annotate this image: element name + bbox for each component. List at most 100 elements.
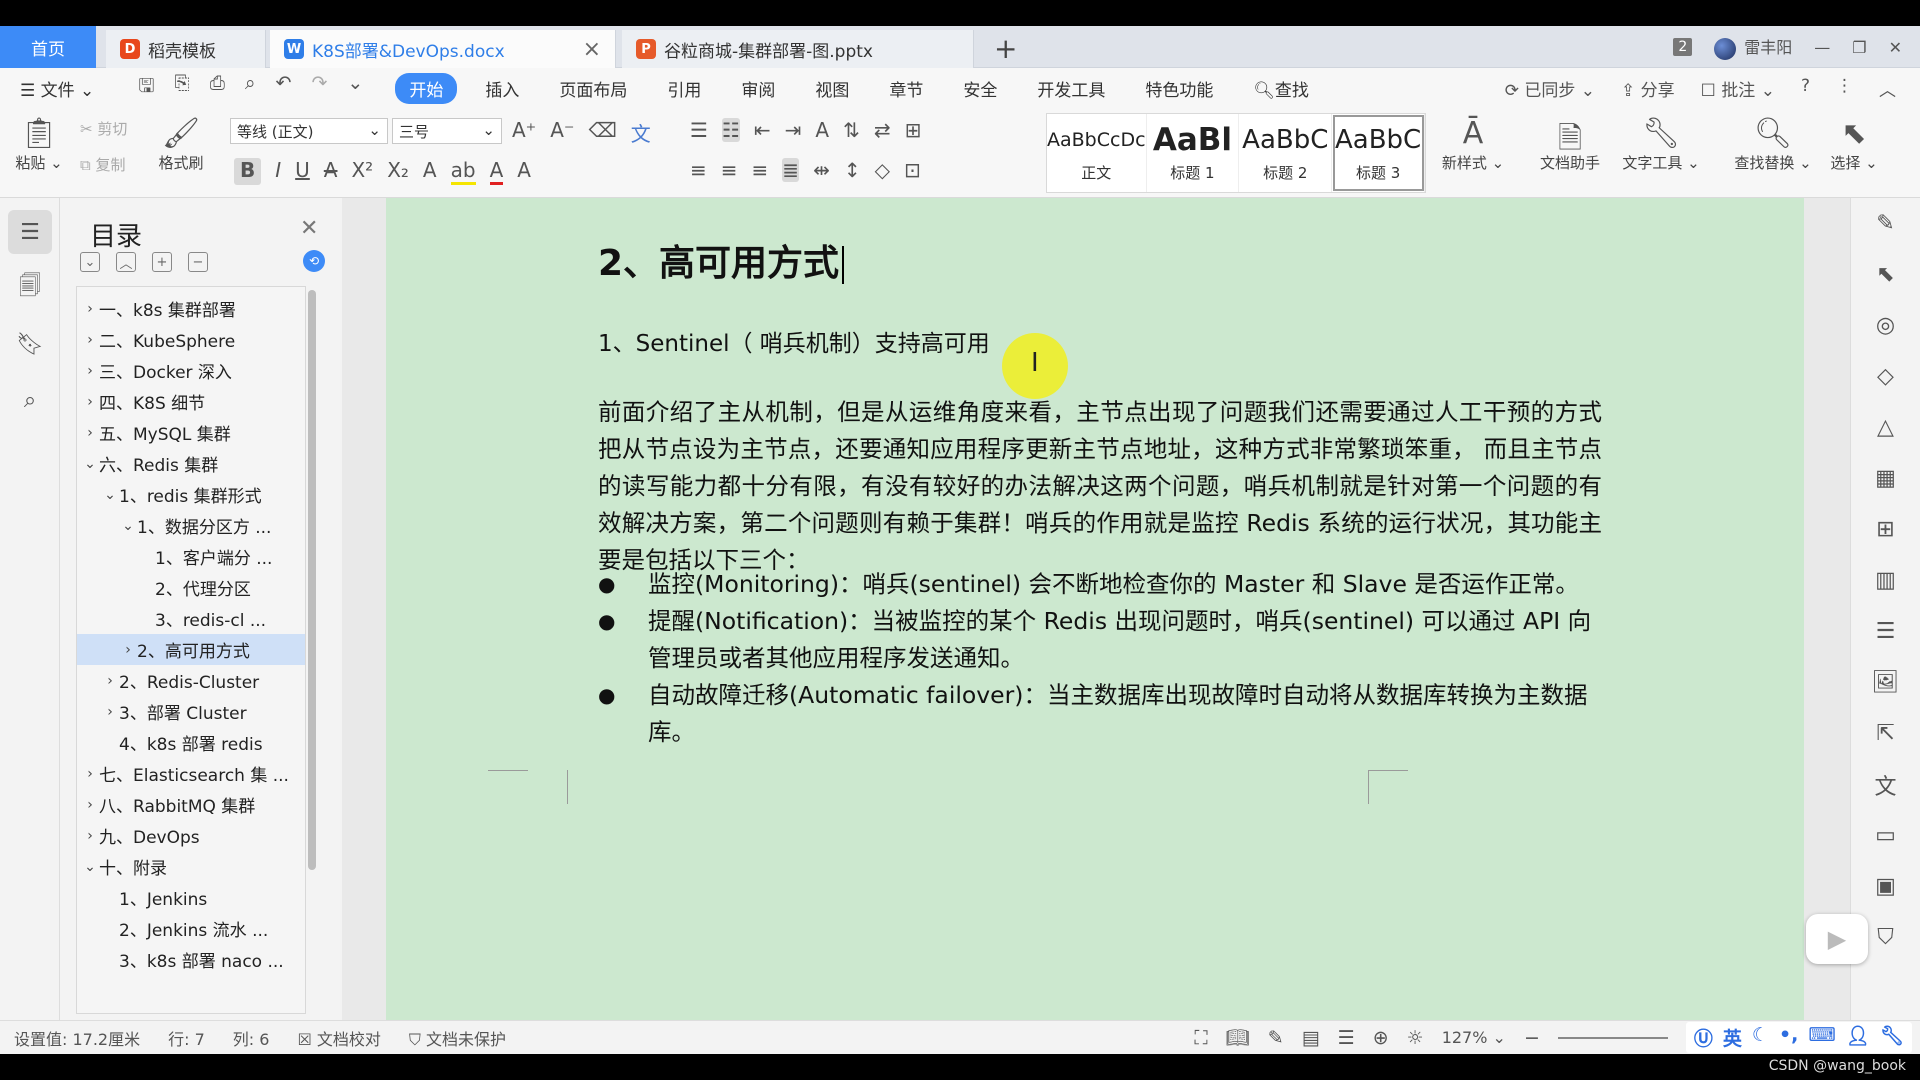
close-icon[interactable]: ✕ (300, 216, 318, 241)
toc-sync-icon[interactable]: ⟲ (303, 250, 325, 272)
superscript-icon[interactable]: X² (351, 158, 373, 185)
eye-protection-icon[interactable]: ☼ (1407, 1027, 1424, 1049)
align-center-icon[interactable]: ≡ (721, 158, 738, 182)
cut-button[interactable]: ✂ 剪切 (80, 118, 127, 139)
toc-item[interactable]: ⌄ 十、附录 (77, 851, 305, 882)
justify-icon[interactable]: ≣ (782, 158, 800, 182)
toc-item[interactable]: 3、k8s 部署 naco ... (77, 944, 305, 975)
print-preview-icon[interactable]: ⌕ (245, 72, 256, 104)
menu-developer[interactable]: 开发工具 (1017, 76, 1125, 101)
tab-home[interactable]: 首页 (0, 26, 96, 68)
decrease-indent-icon[interactable]: ⇤ (754, 118, 771, 142)
add-heading-icon[interactable]: + (152, 252, 172, 272)
tab-document[interactable]: W K8S部署&DevOps.docx × (270, 30, 616, 68)
toc-scrollbar[interactable] (308, 290, 316, 870)
menu-search[interactable]: 🔍︎查找 (1233, 76, 1329, 101)
toc-item[interactable]: 2、代理分区 (77, 572, 305, 603)
underline-icon[interactable]: U (295, 158, 310, 185)
restore-icon[interactable]: ❐ (1852, 38, 1866, 57)
style-heading-3[interactable]: AaBbC 标题 3 (1332, 114, 1426, 192)
chinese-layout-icon[interactable]: A (815, 118, 829, 142)
chart-icon[interactable]: ▥ (1851, 555, 1920, 606)
font-color-icon[interactable]: A (489, 158, 504, 185)
subscript-icon[interactable]: X₂ (387, 158, 409, 185)
minimize-icon[interactable]: — (1814, 38, 1830, 57)
toc-item[interactable]: ⌄ 1、redis 集群形式 (77, 479, 305, 510)
menu-home[interactable]: 开始 (395, 72, 458, 104)
shape-icon[interactable]: ◇ (1851, 351, 1920, 402)
toc-item[interactable]: › 四、K8S 细节 (77, 386, 305, 417)
window-close-icon[interactable]: ✕ (1889, 38, 1902, 57)
toc-expand-icon[interactable]: › (81, 332, 99, 348)
toc-item[interactable]: › 七、Elasticsearch 集 ... (77, 758, 305, 789)
toc-item[interactable]: ⌄ 六、Redis 集群 (77, 448, 305, 479)
toc-item[interactable]: › 八、RabbitMQ 集群 (77, 789, 305, 820)
strikethrough-icon[interactable]: A (324, 158, 338, 185)
line-spacing-icon[interactable]: ↕ (844, 158, 861, 182)
toc-expand-icon[interactable]: › (81, 828, 99, 844)
numbered-list-icon[interactable]: ☷ (721, 118, 740, 142)
spacing-icon[interactable]: ⇄ (874, 118, 891, 142)
pages-icon[interactable]: 🗐︎ (8, 266, 52, 310)
toc-item[interactable]: › 3、部署 Cluster (77, 696, 305, 727)
customize-icon[interactable]: ⌄ (347, 72, 363, 104)
heading-2[interactable]: 2、高可用方式 (598, 234, 845, 286)
toc-item[interactable]: › 五、MySQL 集群 (77, 417, 305, 448)
find-icon[interactable]: ⌕ (8, 378, 52, 422)
toc-item[interactable]: › 2、高可用方式 (77, 634, 305, 665)
sort-icon[interactable]: ⇅ (843, 118, 860, 142)
ime-toolbar[interactable]: Ⓤ 英 ☾ •, ⌨ 👤︎ 🔧︎ (1685, 1022, 1912, 1053)
list-item[interactable]: 监控(Monitoring)：哨兵(sentinel) 会不断地检查你的 Mas… (598, 566, 1602, 603)
close-icon[interactable]: × (583, 37, 601, 62)
borders-icon[interactable]: ⊡ (904, 158, 921, 182)
toc-expand-icon[interactable]: › (119, 642, 137, 658)
copy-button[interactable]: ⧉ 复制 (80, 154, 126, 175)
toc-expand-icon[interactable]: ⌄ (119, 518, 137, 534)
proofread-button[interactable]: ☒ 文档校对 (283, 1026, 394, 1050)
help-icon[interactable]: ? (1801, 76, 1810, 101)
layer-icon[interactable]: △ (1851, 402, 1920, 453)
style-normal[interactable]: AaBbCcDc 正文 (1047, 114, 1147, 192)
share-button[interactable]: ⇪ 分享 (1621, 76, 1675, 101)
toc-expand-icon[interactable]: ⌄ (101, 487, 119, 503)
menu-insert[interactable]: 插入 (465, 76, 539, 101)
align-left-icon[interactable]: ≡ (690, 158, 707, 182)
picture-icon[interactable]: 🖼︎ (1851, 657, 1920, 708)
tab-presentation[interactable]: P 谷粒商城-集群部署-图.pptx (622, 30, 974, 68)
remove-heading-icon[interactable]: − (188, 252, 208, 272)
italic-icon[interactable]: I (275, 158, 281, 185)
select-button[interactable]: ⬉ 选择 ⌄ (1824, 116, 1884, 173)
toc-item[interactable]: 2、Jenkins 流水 ... (77, 913, 305, 944)
toc-item[interactable]: › 九、DevOps (77, 820, 305, 851)
read-mode-icon[interactable]: 📖︎ (1226, 1026, 1250, 1049)
redo-icon[interactable]: ↷ (311, 72, 327, 104)
menu-security[interactable]: 安全 (943, 76, 1017, 101)
doc-assistant-button[interactable]: 🗎︎ 文档助手 (1530, 116, 1610, 173)
print-icon[interactable]: ⎙ (210, 72, 225, 104)
collapse-ribbon-icon[interactable]: ︿ (1879, 76, 1896, 101)
increase-indent-icon[interactable]: ⇥ (785, 118, 802, 142)
toc-expand-icon[interactable]: › (81, 766, 99, 782)
write-mode-icon[interactable]: ✎ (1268, 1027, 1284, 1049)
shrink-font-icon[interactable]: A⁻ (550, 118, 574, 147)
toc-item[interactable]: 1、Jenkins (77, 882, 305, 913)
list-item[interactable]: 提醒(Notification)：当被监控的某个 Redis 出现问题时，哨兵(… (598, 603, 1602, 677)
collapse-all-icon[interactable]: ︿ (116, 252, 136, 272)
zoom-slider[interactable] (1557, 1036, 1668, 1039)
style-heading-1[interactable]: AaBl 标题 1 (1147, 114, 1240, 192)
bullet-list-icon[interactable]: ☰ (690, 118, 708, 142)
text-tools-button[interactable]: 🔧︎ 文字工具 ⌄ (1618, 116, 1704, 173)
document-page[interactable]: 2、高可用方式 1、Sentinel（ 哨兵机制）支持高可用 I 前面介绍了主从… (386, 198, 1804, 1020)
toc-item[interactable]: › 三、Docker 深入 (77, 355, 305, 386)
web-view-icon[interactable]: ⊕ (1373, 1027, 1389, 1049)
distribute-icon[interactable]: ⇹ (813, 158, 830, 182)
new-style-button[interactable]: Ā 新样式 ⌄ (1438, 116, 1508, 173)
menu-features[interactable]: 特色功能 (1125, 76, 1233, 101)
toc-expand-icon[interactable]: › (81, 425, 99, 441)
zoom-out-icon[interactable]: − (1524, 1027, 1540, 1049)
style-heading-2[interactable]: AaBbC 标题 2 (1239, 114, 1333, 192)
toc-expand-icon[interactable]: ⌄ (81, 859, 99, 875)
zoom-level[interactable]: 127% ⌄ (1442, 1028, 1506, 1047)
pinyin-icon[interactable]: 文 (631, 118, 651, 147)
protect-button[interactable]: ⛉ 文档未保护 (395, 1026, 520, 1050)
